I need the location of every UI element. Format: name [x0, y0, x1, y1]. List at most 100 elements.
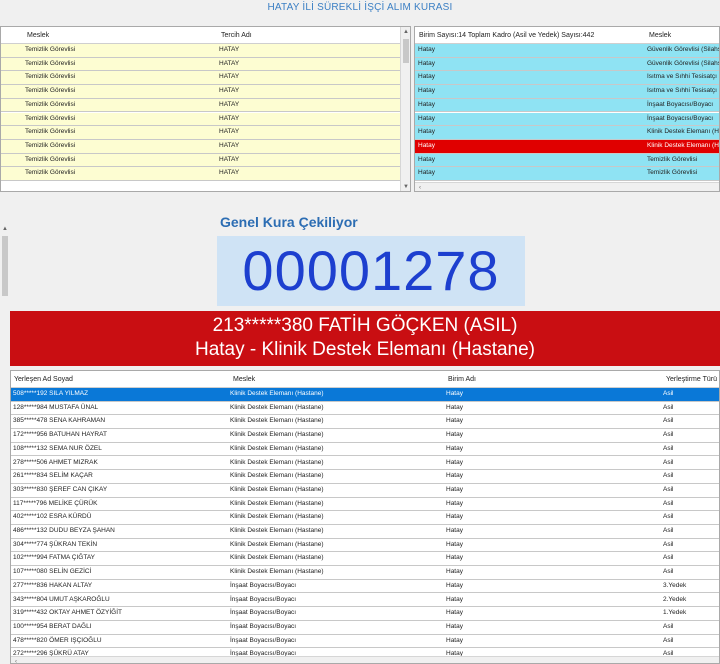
meslek-cell: Temizlik Görevlisi	[25, 100, 76, 108]
unit-row[interactable]: Hatay Temizlik Görevlisi	[415, 167, 719, 181]
unit-row[interactable]: Hatay Isıtma ve Sıhhi Tesisatçı	[415, 71, 719, 86]
meslek-cell: Klinik Destek Elemanı (Hastane)	[230, 485, 324, 493]
preference-row[interactable]: Temizlik Görevlisi HATAY	[1, 167, 400, 181]
placement-row[interactable]: 402*****102 ESRA KÜRDÜ Klinik Destek Elem…	[11, 511, 719, 525]
scroll-thumb[interactable]	[403, 39, 409, 63]
birim-cell: Hatay	[446, 431, 463, 439]
preference-row[interactable]: Temizlik Görevlisi HATAY	[1, 139, 400, 154]
birim-cell: Hatay	[446, 390, 463, 397]
placement-row[interactable]: 385*****478 SENA KAHRAMAN Klinik Destek E…	[11, 415, 719, 430]
preference-row[interactable]: Temizlik Görevlisi HATAY	[1, 112, 400, 127]
birim-cell: Hatay	[418, 87, 435, 95]
scroll-up-icon[interactable]: ▲	[0, 224, 10, 234]
placement-row[interactable]: 278*****506 AHMET MIZRAK Klinik Destek El…	[11, 456, 719, 471]
placement-row[interactable]: 486*****132 DUDU BEYZA ŞAHAN Klinik Deste…	[11, 525, 719, 539]
meslek-cell: Klinik Destek Elemanı (Hastane)	[230, 403, 324, 411]
column-header-tercih-adi[interactable]: Tercih Adı	[221, 27, 252, 44]
meslek-cell: Klinik Destek Elemanı (Hastane)	[230, 431, 324, 439]
placement-row[interactable]: 117*****796 MELİKE ÇÜRÜK Klinik Destek El…	[11, 497, 719, 512]
tur-cell: Asil	[663, 417, 674, 425]
unit-row[interactable]: Hatay Isıtma ve Sıhhi Tesisatçı	[415, 85, 719, 99]
ad-soyad-cell: 508*****192 SILA YILMAZ	[13, 390, 89, 397]
preference-row[interactable]: Temizlik Görevlisi HATAY	[1, 57, 400, 72]
placement-row[interactable]: 508*****192 SILA YILMAZ Klinik Destek Ele…	[11, 388, 719, 402]
preference-row[interactable]: Temizlik Görevlisi HATAY	[1, 153, 400, 168]
scroll-left-icon[interactable]: ‹	[11, 657, 21, 663]
tur-cell: Asil	[663, 513, 674, 521]
placement-row[interactable]: 319*****432 OKTAY AHMET ÖZYİĞİT İnşaat Bo…	[11, 607, 719, 621]
scroll-up-icon[interactable]: ▲	[401, 27, 410, 37]
column-header-birim-sayisi[interactable]: Birim Sayısı:14 Toplam Kadro (Asil ve Ye…	[419, 27, 594, 44]
placement-row[interactable]: 128*****984 MUSTAFA ÜNAL Klinik Destek El…	[11, 401, 719, 416]
column-header-yerlestirme-turu[interactable]: Yerleştirme Türü	[666, 371, 717, 388]
preference-grid[interactable]: Meslek Tercih Adı Temizlik Görevlisi HATA…	[0, 26, 411, 192]
placement-row[interactable]: 261*****834 SELİM KAÇAR Klinik Destek Ele…	[11, 470, 719, 484]
placement-row[interactable]: 108*****132 SEMA NUR ÖZEL Klinik Destek E…	[11, 442, 719, 457]
tercih-cell: HATAY	[219, 169, 240, 177]
side-panel-vscroll[interactable]: ▲	[0, 224, 10, 660]
placement-grid-hscroll[interactable]: ‹	[11, 656, 719, 663]
preference-grid-vscroll[interactable]: ▲ ▼	[400, 27, 410, 191]
meslek-cell: Temizlik Görevlisi	[25, 141, 76, 149]
birim-cell: Hatay	[418, 128, 435, 136]
meslek-cell: Temizlik Görevlisi	[25, 59, 76, 67]
placement-row[interactable]: 172*****956 BATUHAN HAYRAT Klinik Destek …	[11, 429, 719, 443]
preference-row[interactable]: Temizlik Görevlisi HATAY	[1, 126, 400, 140]
placement-row[interactable]: 478*****820 ÖMER IŞÇIOĞLU İnşaat Boyacısı…	[11, 634, 719, 649]
meslek-cell: Klinik Destek Elemanı (Hastane)	[230, 458, 324, 466]
tur-cell: Asil	[663, 458, 674, 466]
unit-row[interactable]: Hatay Güvenlik Görevlisi (Silahsız)	[415, 44, 719, 58]
preference-row[interactable]: Temizlik Görevlisi HATAY	[1, 85, 400, 99]
meslek-cell: İnşaat Boyacısı/Boyacı	[230, 595, 297, 603]
unit-row[interactable]: Hatay Güvenlik Görevlisi (Silahsız)	[415, 57, 719, 72]
meslek-cell: Klinik Destek Elemanı (Hastane)	[647, 128, 719, 136]
ad-soyad-cell: 402*****102 ESRA KÜRDÜ	[13, 513, 92, 521]
preference-row[interactable]: Temizlik Görevlisi HATAY	[1, 71, 400, 86]
placement-row[interactable]: 100*****954 BERAT DAĞLI İnşaat Boyacısı/B…	[11, 620, 719, 635]
unit-row[interactable]: Hatay Temizlik Görevlisi	[415, 153, 719, 168]
placement-row[interactable]: 102*****994 FATMA ÇIĞTAY Klinik Destek El…	[11, 552, 719, 567]
placement-row[interactable]: 107*****080 SELİN GEZİCİ Klinik Destek El…	[11, 566, 719, 580]
birim-cell: Hatay	[418, 73, 435, 81]
unit-row[interactable]: Hatay İnşaat Boyacısı/Boyacı	[415, 98, 719, 113]
placement-row[interactable]: 304*****774 ŞÜKRAN TEKİN Klinik Destek El…	[11, 538, 719, 553]
birim-cell: Hatay	[446, 499, 463, 507]
tercih-cell: HATAY	[219, 114, 240, 122]
meslek-cell: Klinik Destek Elemanı (Hastane)	[230, 472, 324, 480]
unit-row[interactable]: Hatay Klinik Destek Elemanı (Hastane)	[415, 126, 719, 140]
ad-soyad-cell: 486*****132 DUDU BEYZA ŞAHAN	[13, 527, 115, 534]
birim-cell: Hatay	[446, 636, 463, 644]
ad-soyad-cell: 117*****796 MELİKE ÇÜRÜK	[13, 499, 98, 507]
birim-cell: Hatay	[446, 568, 463, 576]
scroll-left-icon[interactable]: ‹	[415, 183, 425, 191]
ad-soyad-cell: 107*****080 SELİN GEZİCİ	[13, 568, 92, 576]
unit-grid-hscroll[interactable]: ‹	[415, 182, 719, 191]
scroll-down-icon[interactable]: ▼	[401, 182, 410, 191]
placement-row[interactable]: 277*****836 HAKAN ALTAY İnşaat Boyacısı/B…	[11, 579, 719, 594]
unit-row[interactable]: Hatay İnşaat Boyacısı/Boyacı	[415, 112, 719, 127]
preference-row[interactable]: Temizlik Görevlisi HATAY	[1, 44, 400, 58]
column-header-meslek[interactable]: Meslek	[27, 27, 49, 44]
birim-cell: Hatay	[446, 444, 463, 452]
tercih-cell: HATAY	[219, 73, 240, 81]
tercih-cell: HATAY	[219, 141, 240, 149]
ad-soyad-cell: 102*****994 FATMA ÇIĞTAY	[13, 554, 96, 562]
placement-grid[interactable]: Yerleşen Ad Soyad Meslek Birim Adı Yerle…	[10, 370, 720, 664]
column-header-meslek[interactable]: Meslek	[649, 27, 671, 44]
column-header-meslek[interactable]: Meslek	[233, 371, 255, 388]
column-header-birim-adi[interactable]: Birim Adı	[448, 371, 476, 388]
placement-row[interactable]: 343*****804 UMUT AŞKAROĞLU İnşaat Boyacıs…	[11, 593, 719, 608]
birim-cell: Hatay	[446, 581, 463, 589]
column-header-ad-soyad[interactable]: Yerleşen Ad Soyad	[14, 371, 73, 388]
meslek-cell: İnşaat Boyacısı/Boyacı	[647, 100, 714, 108]
unit-row[interactable]: Hatay Klinik Destek Elemanı (Hastane)	[415, 139, 719, 154]
tur-cell: Asil	[663, 540, 674, 548]
meslek-cell: Klinik Destek Elemanı (Hastane)	[230, 513, 324, 521]
placement-row[interactable]: 303*****830 ŞEREF CAN ÇIKAY Klinik Destek…	[11, 483, 719, 498]
unit-grid-header: Birim Sayısı:14 Toplam Kadro (Asil ve Ye…	[415, 27, 719, 44]
tercih-cell: HATAY	[219, 46, 240, 53]
preference-row[interactable]: Temizlik Görevlisi HATAY	[1, 98, 400, 113]
scroll-thumb[interactable]	[2, 236, 8, 296]
meslek-cell: Temizlik Görevlisi	[25, 155, 76, 163]
unit-grid[interactable]: Birim Sayısı:14 Toplam Kadro (Asil ve Ye…	[414, 26, 720, 192]
